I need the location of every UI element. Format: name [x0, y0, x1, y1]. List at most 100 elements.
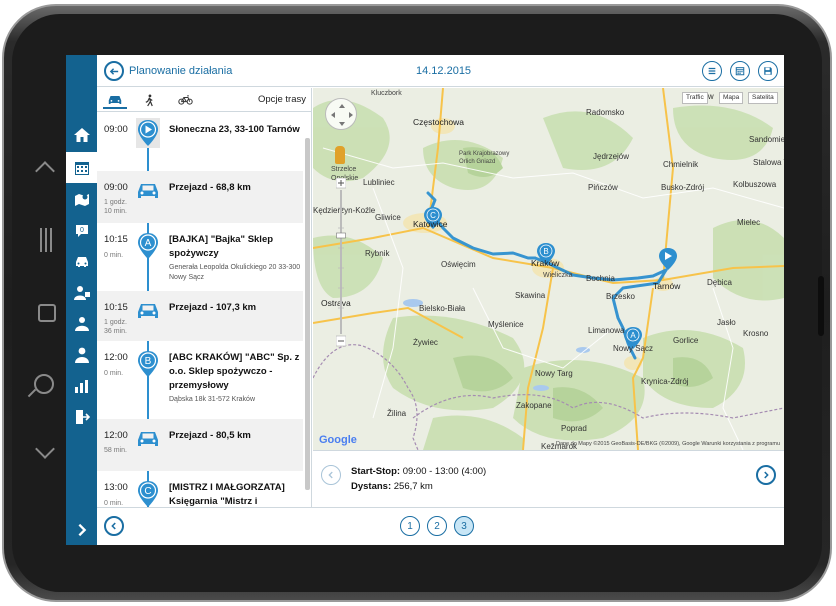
- stop-duration: 0 min.: [104, 370, 124, 377]
- nav-contacts-icon[interactable]: [66, 308, 97, 339]
- stop-time: 09:00: [104, 124, 128, 135]
- save-button[interactable]: [758, 61, 778, 81]
- calendar-button[interactable]: [730, 61, 750, 81]
- map-label: Dębica: [707, 278, 732, 287]
- route-drive-1[interactable]: 09:00 1 godz. 10 min. Przejazd - 68,8 km: [97, 171, 303, 223]
- map-label: Žilina: [387, 409, 407, 418]
- drive-time: 12:00: [104, 430, 128, 441]
- page-2-button[interactable]: 2: [427, 516, 447, 536]
- map-label: Chmielnik: [663, 160, 699, 169]
- map-traffic-button[interactable]: Traffic: [682, 92, 708, 104]
- route-stop-a[interactable]: 10:15 0 min. A [BAJKA] "Bajka" Sklep spo…: [97, 223, 303, 291]
- app-header: Planowanie działania 14.12.2015: [97, 55, 784, 87]
- svg-text:A: A: [630, 331, 636, 340]
- route-stop-c[interactable]: 13:00 0 min. C [MISTRZ I MAŁGORZATA] Ksi…: [97, 471, 303, 507]
- hardware-down-icon: [35, 439, 55, 459]
- route-map[interactable]: A B C Kluczbork Częstochowa Radomsko Pio…: [313, 88, 784, 450]
- map-label: Zakopane: [516, 401, 552, 410]
- walk-icon: [145, 94, 153, 106]
- map-label: Myślenice: [488, 320, 524, 329]
- nav-car-icon[interactable]: [66, 245, 97, 276]
- route-stop-b[interactable]: 12:00 0 min. B [ABC KRAKÓW] "ABC" Sp. z …: [97, 341, 303, 419]
- map-label: Bochnia: [586, 274, 615, 283]
- map-label: Busko-Zdrój: [661, 183, 705, 192]
- route-drive-2[interactable]: 10:15 1 godz. 36 min. Przejazd - 107,3 k…: [97, 291, 303, 341]
- stop-b-pin-icon: B: [138, 351, 158, 377]
- map-label: Gorlice: [673, 336, 699, 345]
- car-icon: [138, 304, 158, 318]
- route-panel: Opcje trasy 09:00 Słoneczna 23, 33-100 T…: [97, 88, 312, 507]
- page-title: Planowanie działania: [129, 65, 233, 77]
- previous-day-button[interactable]: [104, 516, 124, 536]
- map-attribution[interactable]: Dane do Mapy ©2015 GeoBasis-DE/BKG (©200…: [556, 441, 780, 447]
- zoom-slider-icon: [336, 178, 346, 347]
- zoom-control[interactable]: [336, 178, 346, 348]
- map-label: Kluczbork: [371, 90, 402, 97]
- route-summary: Start-Stop: 09:00 - 13:00 (4:00) Dystans…: [313, 450, 784, 507]
- map-label: Poprad: [561, 424, 587, 433]
- svg-text:B: B: [543, 247, 548, 256]
- page-3-button[interactable]: 3: [454, 516, 474, 536]
- app-screen: 0 Planowanie działania 14.12.2015 Opcje …: [66, 55, 784, 545]
- map-label: Lubliniec: [363, 178, 395, 187]
- nav-home-icon[interactable]: [66, 119, 97, 150]
- nav-calendar-icon[interactable]: [66, 152, 97, 183]
- previous-route-button[interactable]: [321, 465, 341, 485]
- stop-time: 12:00: [104, 352, 128, 363]
- map-label: Sandomierz: [749, 135, 784, 144]
- map-label: Kraków: [531, 258, 560, 268]
- route-drive-3[interactable]: 12:00 58 min. Przejazd - 80,5 km: [97, 419, 303, 471]
- nav-user-icon[interactable]: [66, 339, 97, 370]
- google-logo-text: Google: [319, 434, 357, 446]
- map-label: Strzelce: [331, 166, 357, 173]
- start-stop-value: 09:00 - 13:00 (4:00): [402, 466, 487, 477]
- list-button[interactable]: [702, 61, 722, 81]
- route-stop-start[interactable]: 09:00 Słoneczna 23, 33-100 Tarnów: [97, 113, 303, 171]
- walk-mode-tab[interactable]: [137, 91, 161, 109]
- start-pin-icon: [136, 118, 160, 148]
- stop-time: 10:15: [104, 234, 128, 245]
- distance-line: Dystans: 256,7 km: [351, 481, 433, 492]
- back-button[interactable]: [104, 61, 124, 81]
- date-label: 14.12.2015: [416, 65, 472, 77]
- chevron-right-icon: [764, 471, 769, 479]
- stop-time: 13:00: [104, 482, 128, 493]
- map-label: Częstochowa: [413, 117, 465, 127]
- timeline-scrollbar[interactable]: [305, 138, 310, 490]
- nav-map-icon[interactable]: [66, 184, 97, 215]
- car-mode-tab[interactable]: [103, 91, 127, 109]
- nav-expand-icon[interactable]: [66, 514, 97, 545]
- map-pan-control[interactable]: [325, 98, 357, 130]
- map-label: Skawina: [515, 291, 546, 300]
- hardware-menu-icon: [40, 228, 54, 252]
- drive-distance: Przejazd - 68,8 km: [169, 182, 251, 193]
- bike-mode-tab[interactable]: [173, 91, 197, 109]
- drive-time: 09:00: [104, 182, 128, 193]
- stop-name: [MISTRZ I MAŁGORZATA] Księgarnia "Mistrz…: [169, 482, 285, 507]
- nav-logout-icon[interactable]: [66, 401, 97, 432]
- map-label: Oświęcim: [441, 260, 476, 269]
- page-1-button[interactable]: 1: [400, 516, 420, 536]
- bike-icon: [177, 95, 193, 105]
- nav-clients-icon[interactable]: [66, 277, 97, 308]
- hardware-up-icon: [35, 161, 55, 181]
- drive-duration: 1 godz. 36 min.: [104, 319, 127, 335]
- map-type-map-button[interactable]: Mapa: [719, 92, 744, 104]
- route-options-link[interactable]: Opcje trasy: [258, 94, 306, 105]
- next-route-button[interactable]: [756, 465, 776, 485]
- hardware-search-icon: [34, 374, 54, 394]
- stop-a-pin-icon: A: [138, 233, 158, 259]
- street-view-icon[interactable]: [335, 146, 345, 164]
- pan-arrows-icon: [331, 104, 353, 126]
- pagination-footer: 1 2 3: [97, 507, 784, 545]
- map-type-satellite-button[interactable]: Satelita: [748, 92, 778, 104]
- map-label: Stalowa Wola: [753, 158, 784, 167]
- stop-address: Generała Leopolda Okulickiego 20 33-300 …: [169, 264, 301, 281]
- nav-messages-icon[interactable]: 0: [66, 215, 97, 246]
- stop-name: [BAJKA] "Bajka" Sklep spożywczy: [169, 234, 274, 259]
- start-stop-label: Start-Stop:: [351, 466, 401, 477]
- map-label: Krosno: [743, 329, 769, 338]
- chevron-left-icon: [328, 471, 333, 479]
- stop-duration: 0 min.: [104, 500, 124, 507]
- nav-reports-icon[interactable]: [66, 370, 97, 401]
